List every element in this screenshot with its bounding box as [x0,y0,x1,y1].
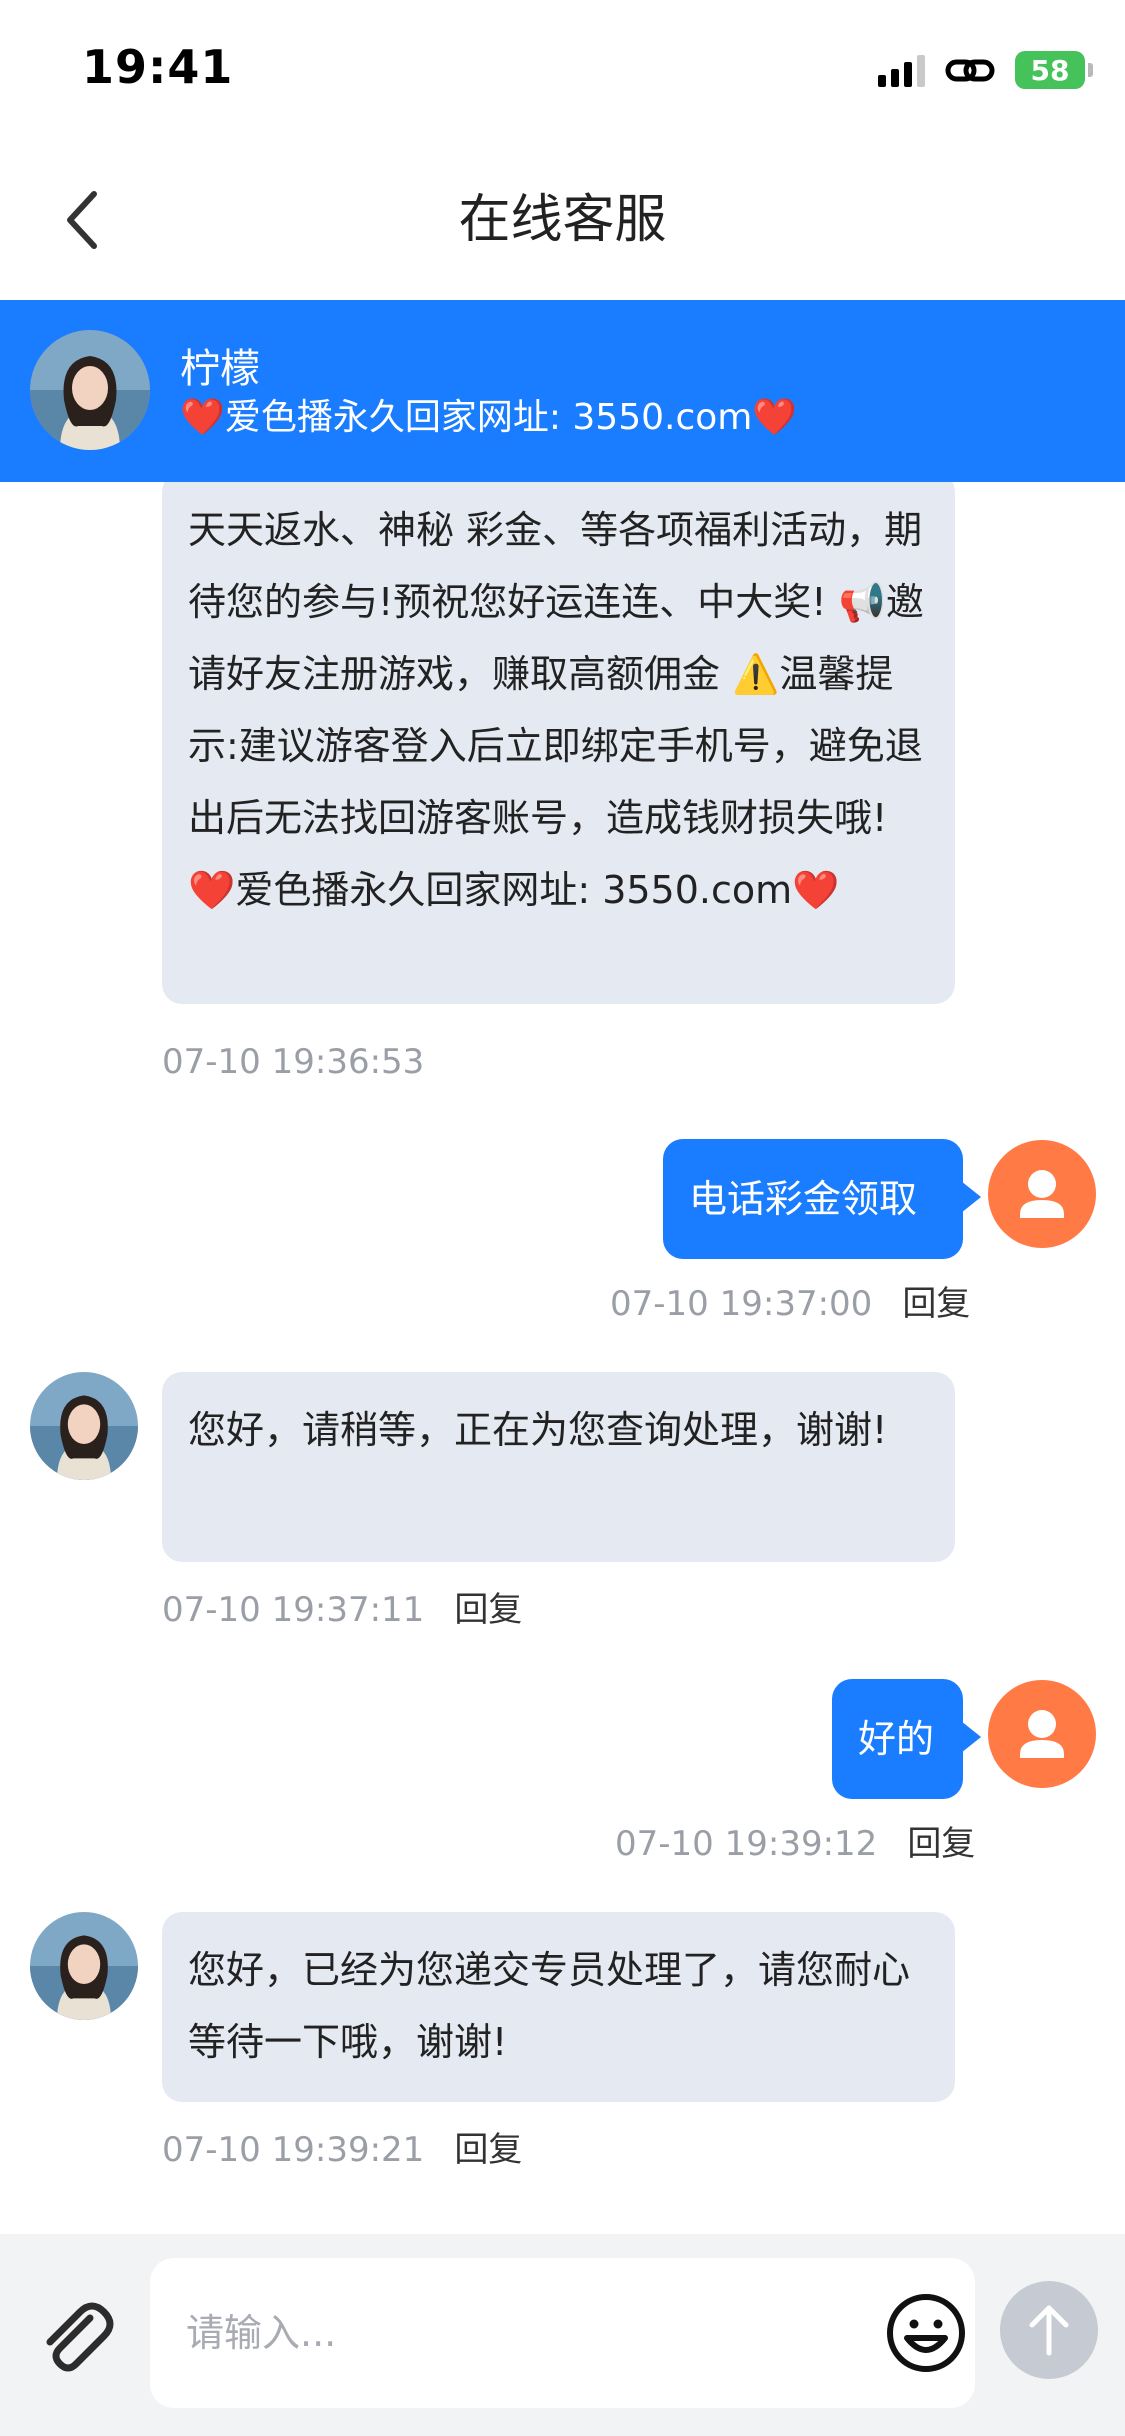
status-icons: 58 [878,48,1093,92]
reply-button[interactable]: 回复 [902,1284,970,1324]
message-time: 07-10 19:36:53 [162,1042,425,1082]
message-meta: 07-10 19:36:53 [162,1042,424,1082]
agent-avatar[interactable] [30,330,150,450]
agent-avatar[interactable] [30,1372,138,1480]
user-message-bubble: 好的 [832,1679,981,1799]
user-message-bubble: 电话彩金领取 [663,1139,981,1259]
battery-icon: 58 [1015,51,1093,89]
agent-message-bubble: 您好，请稍等，正在为您查询处理，谢谢! [162,1372,955,1562]
page-title: 在线客服 [458,190,667,250]
link-icon [945,59,995,82]
send-button[interactable] [1000,2281,1098,2379]
input-bar [0,2234,1125,2436]
message-time: 07-10 19:37:00 [610,1284,873,1324]
agent-name: 柠檬 [180,346,260,392]
message-meta: 07-10 19:37:11 回复 [162,1582,522,1631]
agent-message-bubble: 您好，已经为您递交专员处理了，请您耐心等待一下哦，谢谢! [162,1912,955,2102]
status-bar: 19:41 58 [0,0,1125,140]
reply-button[interactable]: 回复 [907,1824,975,1864]
arrow-up-icon [1029,2305,1069,2356]
emoji-button[interactable] [885,2292,967,2374]
agent-subtitle: ❤️爱色播永久回家网址: 3550.com❤️ [180,397,798,438]
message-time: 07-10 19:39:12 [615,1824,878,1864]
agent-message-bubble: 天天返水、神秘 彩金、等各项福利活动，期待您的参与!预祝您好运连连、中大奖! 📢… [162,482,955,1004]
message-text: 天天返水、神秘 彩金、等各项福利活动，期待您的参与!预祝您好运连连、中大奖! 📢… [188,508,924,912]
reply-button[interactable]: 回复 [454,2130,522,2170]
message-text: 好的 [858,1717,935,1761]
message-meta: 07-10 19:39:21 回复 [162,2122,522,2171]
user-avatar [988,1140,1096,1248]
nav-bar: 在线客服 [0,140,1125,300]
signal-icon [878,53,925,87]
message-input[interactable] [150,2258,975,2408]
person-icon [1020,1710,1064,1758]
message-meta: 07-10 19:37:00 回复 [610,1276,970,1325]
battery-level: 58 [1030,53,1070,87]
message-text: 您好，请稍等，正在为您查询处理，谢谢! [188,1408,888,1452]
message-time: 07-10 19:37:11 [162,1590,425,1630]
message-time: 07-10 19:39:21 [162,2130,425,2170]
smiley-icon [887,2294,965,2372]
chat-area[interactable]: 天天返水、神秘 彩金、等各项福利活动，期待您的参与!预祝您好运连连、中大奖! 📢… [0,482,1125,2234]
attach-button[interactable] [30,2294,120,2384]
message-text: 您好，已经为您递交专员处理了，请您耐心等待一下哦，谢谢! [188,1948,911,2064]
agent-banner: 柠檬 ❤️爱色播永久回家网址: 3550.com❤️ [0,300,1125,482]
user-avatar [988,1680,1096,1788]
agent-avatar[interactable] [30,1912,138,2020]
person-icon [1020,1170,1064,1218]
message-meta: 07-10 19:39:12 回复 [615,1816,975,1865]
message-text: 电话彩金领取 [689,1177,918,1221]
reply-button[interactable]: 回复 [454,1590,522,1630]
paperclip-icon [46,2302,114,2372]
status-time: 19:41 [82,40,234,94]
